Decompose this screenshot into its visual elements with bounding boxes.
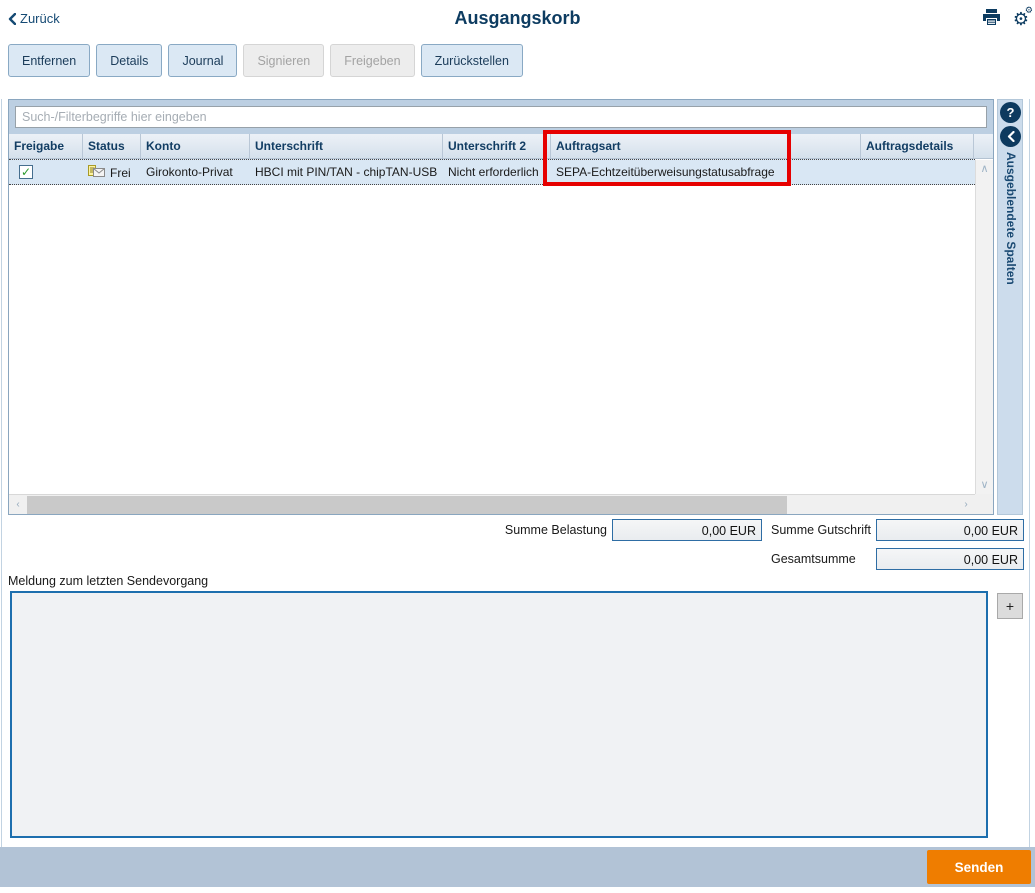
- last-send-message-label: Meldung zum letzten Sendevorgang: [8, 574, 209, 588]
- scroll-up-icon[interactable]: ∧: [976, 162, 993, 176]
- postpone-button[interactable]: Zurückstellen: [420, 44, 523, 77]
- cell-unterschrift-2: Nicht erforderlich: [448, 165, 539, 179]
- scroll-down-icon[interactable]: ∨: [976, 478, 993, 492]
- last-send-message-textarea[interactable]: [10, 591, 988, 838]
- search-input[interactable]: [15, 106, 987, 128]
- journal-button[interactable]: Journal: [168, 44, 238, 77]
- outer-left-border: [1, 99, 2, 847]
- column-header-filler: [974, 134, 993, 158]
- sum-debit-label: Summe Belastung: [504, 523, 607, 537]
- mail-status-icon: [88, 164, 105, 180]
- table-header-row: Freigabe Status Konto Unterschrift Unter…: [9, 134, 993, 159]
- vertical-scrollbar[interactable]: ∧ ∨: [975, 160, 993, 494]
- print-icon[interactable]: [982, 9, 1001, 31]
- hidden-columns-strip: ? Ausgeblendete Spalten: [997, 99, 1023, 515]
- scroll-right-icon[interactable]: ›: [957, 495, 975, 514]
- details-button[interactable]: Details: [96, 44, 163, 77]
- bottom-bar: Senden: [0, 847, 1035, 887]
- horizontal-scrollbar[interactable]: ‹ ›: [9, 494, 975, 514]
- column-header-unterschrift-2[interactable]: Unterschrift 2: [443, 134, 551, 158]
- cell-auftragsart: SEPA-Echtzeitüberweisungstatusabfrage: [556, 165, 775, 179]
- sum-total-value: 0,00 EUR: [876, 548, 1024, 570]
- sign-button: Signieren: [243, 44, 325, 77]
- page-title: Ausgangskorb: [454, 8, 581, 28]
- sum-credit-value: 0,00 EUR: [876, 519, 1024, 541]
- column-header-konto[interactable]: Konto: [141, 134, 250, 158]
- hidden-columns-label[interactable]: Ausgeblendete Spalten: [1004, 152, 1018, 285]
- app-window: Zurück Ausgangskorb ⚙ ⚙ Entfernen Detail…: [0, 0, 1035, 893]
- outer-right-border: [1029, 99, 1030, 847]
- column-header-unterschrift[interactable]: Unterschrift: [250, 134, 443, 158]
- cell-status: Frei: [83, 160, 141, 184]
- column-header-auftragsdetails[interactable]: Auftragsdetails: [861, 134, 974, 158]
- sum-credit-label: Summe Gutschrift: [771, 523, 872, 537]
- status-label: Frei: [110, 165, 131, 180]
- horizontal-scroll-thumb[interactable]: [27, 496, 787, 514]
- freigabe-checkbox[interactable]: ✓: [19, 165, 33, 179]
- settings-gear-icon[interactable]: ⚙ ⚙: [1013, 6, 1033, 30]
- scrollbar-corner: [975, 494, 993, 514]
- release-button: Freigeben: [330, 44, 415, 77]
- cell-freigabe: ✓: [9, 160, 83, 184]
- outbox-table-panel: Freigabe Status Konto Unterschrift Unter…: [8, 99, 994, 515]
- remove-button[interactable]: Entfernen: [8, 44, 91, 77]
- collapse-panel-icon[interactable]: [1000, 126, 1021, 147]
- sum-debit-value: 0,00 EUR: [612, 519, 762, 541]
- column-header-auftragsart[interactable]: Auftragsart: [551, 134, 861, 158]
- column-header-freigabe[interactable]: Freigabe: [9, 134, 83, 158]
- add-message-button[interactable]: +: [997, 593, 1023, 619]
- sum-total-label: Gesamtsumme: [771, 552, 856, 566]
- help-icon[interactable]: ?: [1000, 102, 1021, 123]
- column-header-status[interactable]: Status: [83, 134, 141, 158]
- scroll-left-icon[interactable]: ‹: [9, 495, 27, 514]
- toolbar: Entfernen Details Journal Signieren Frei…: [8, 44, 523, 77]
- cell-unterschrift: HBCI mit PIN/TAN - chipTAN-USB: [255, 165, 438, 179]
- cell-auftragsdetails: [861, 160, 974, 184]
- cell-konto: Girokonto-Privat: [146, 165, 233, 179]
- search-band: [9, 100, 993, 134]
- send-button[interactable]: Senden: [927, 850, 1031, 884]
- table-row[interactable]: ✓ Frei Girokonto-Privat HBCI mit PIN/TAN: [9, 159, 975, 185]
